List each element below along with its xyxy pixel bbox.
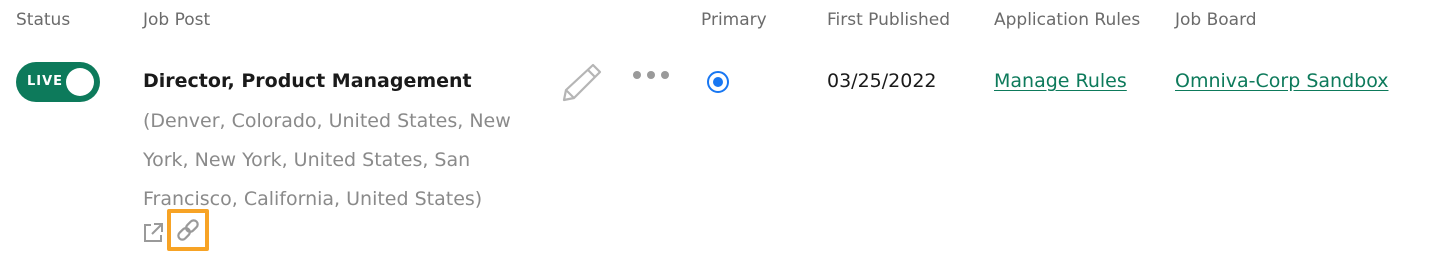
copy-link-icon[interactable] (167, 209, 209, 251)
first-published-date: 03/25/2022 (827, 70, 937, 92)
toggle-knob (66, 68, 94, 96)
primary-radio[interactable] (707, 71, 729, 93)
header-application-rules: Application Rules (994, 10, 1141, 30)
primary-radio-dot (713, 77, 723, 87)
header-primary: Primary (701, 10, 767, 30)
header-job-board: Job Board (1175, 10, 1257, 30)
job-post-title: Director, Product Management (143, 70, 472, 92)
external-link-icon[interactable] (141, 221, 165, 245)
header-job-post: Job Post (143, 10, 211, 30)
header-first-published: First Published (827, 10, 951, 30)
live-status-label: LIVE (27, 74, 64, 89)
header-status: Status (16, 10, 71, 30)
manage-rules-link[interactable]: Manage Rules (994, 70, 1127, 92)
more-options-icon[interactable] (630, 66, 672, 84)
job-board-link[interactable]: Omniva-Corp Sandbox (1175, 70, 1388, 92)
job-posts-table: Status Job Post Primary First Published … (0, 0, 1429, 258)
live-status-toggle[interactable]: LIVE (16, 62, 100, 102)
job-post-location: (Denver, Colorado, United States, New Yo… (143, 110, 511, 210)
pencil-icon[interactable] (559, 60, 605, 104)
